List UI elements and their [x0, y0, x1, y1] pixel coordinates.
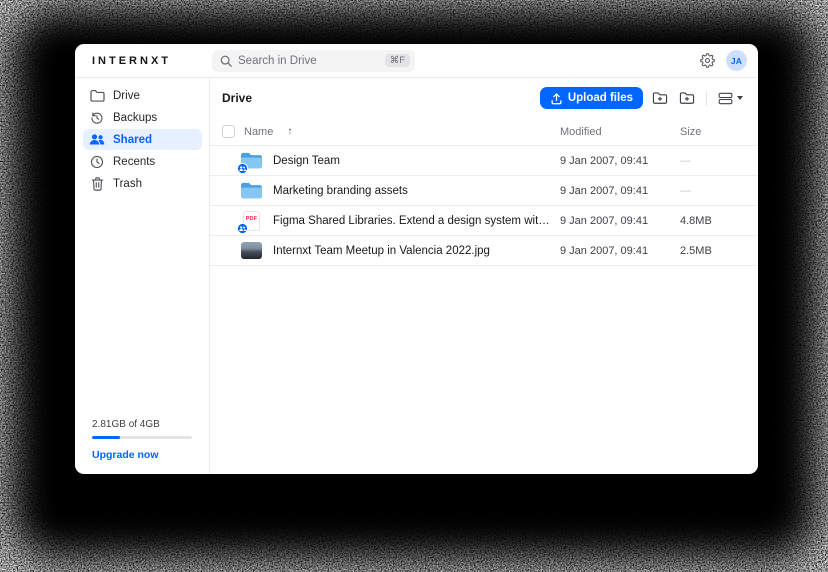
chevron-down-icon	[737, 96, 743, 100]
storage-usage-label: 2.81GB of 4GB	[92, 419, 192, 430]
shared-badge-icon	[237, 223, 248, 234]
file-name: Figma Shared Libraries. Extend a design …	[273, 215, 560, 227]
upload-folder-icon	[652, 91, 668, 105]
sidebar-item-recents[interactable]: Recents	[83, 151, 202, 172]
shared-badge-icon	[237, 163, 248, 174]
storage-progress-fill	[92, 436, 120, 439]
storage-progress-bar	[92, 436, 192, 439]
column-header-size[interactable]: Size	[680, 126, 745, 138]
app-window: INTERNXT Search in Drive ⌘F JA Drive Bac	[75, 44, 758, 474]
sidebar-nav: Drive Backups Shared Recents Trash	[83, 85, 202, 194]
file-name: Marketing branding assets	[273, 185, 414, 197]
trash-icon	[89, 177, 105, 191]
breadcrumb[interactable]: Drive	[222, 91, 252, 105]
sort-asc-icon[interactable]: ↑	[287, 126, 292, 137]
shared-users-icon	[89, 133, 105, 146]
upload-files-button[interactable]: Upload files	[540, 87, 643, 109]
table-row[interactable]: Internxt Team Meetup in Valencia 2022.jp…	[210, 236, 758, 266]
internxt-logo: INTERNXT	[75, 55, 210, 67]
file-name-cell: Internxt Team Meetup in Valencia 2022.jp…	[222, 241, 560, 261]
new-folder-icon	[679, 91, 695, 105]
body-row: Drive Backups Shared Recents Trash 2.81G…	[75, 78, 758, 474]
view-mode-button[interactable]	[716, 90, 745, 107]
table-row[interactable]: Design Team 9 Jan 2007, 09:41 —	[210, 146, 758, 176]
topbar: INTERNXT Search in Drive ⌘F JA	[75, 44, 758, 78]
sidebar-item-trash[interactable]: Trash	[83, 173, 202, 194]
sidebar-item-shared[interactable]: Shared	[83, 129, 202, 150]
search-shortcut-badge: ⌘F	[385, 54, 410, 68]
table-header: Name ↑ Modified Size	[210, 118, 758, 146]
file-name-cell: PDF Figma Shared Libraries. Extend a des…	[222, 211, 560, 231]
search-input[interactable]: Search in Drive ⌘F	[212, 50, 415, 72]
breadcrumb-toolbar-row: Drive Upload files	[210, 78, 758, 111]
image-thumbnail	[240, 241, 263, 261]
file-name-cell: Design Team	[222, 151, 560, 171]
file-modified: 9 Jan 2007, 09:41	[560, 155, 680, 167]
file-table: Design Team 9 Jan 2007, 09:41 — Marketin…	[210, 146, 758, 266]
view-mode-icon	[718, 92, 733, 105]
upload-files-label: Upload files	[568, 92, 633, 104]
file-modified: 9 Jan 2007, 09:41	[560, 245, 680, 257]
folder-icon	[240, 181, 263, 201]
main-panel: Drive Upload files	[210, 78, 758, 474]
upgrade-link[interactable]: Upgrade now	[92, 449, 192, 461]
toolbar: Upload files	[540, 87, 745, 109]
sidebar-item-backups[interactable]: Backups	[83, 107, 202, 128]
new-folder-button[interactable]	[677, 89, 697, 107]
select-all-checkbox[interactable]	[222, 125, 235, 138]
storage-widget: 2.81GB of 4GB Upgrade now	[92, 419, 192, 461]
pdf-icon: PDF	[240, 211, 263, 231]
sidebar-item-drive[interactable]: Drive	[83, 85, 202, 106]
file-modified: 9 Jan 2007, 09:41	[560, 185, 680, 197]
table-row[interactable]: Marketing branding assets 9 Jan 2007, 09…	[210, 176, 758, 206]
sidebar: Drive Backups Shared Recents Trash 2.81G…	[75, 78, 210, 474]
column-header-modified[interactable]: Modified	[560, 126, 680, 138]
file-size: 2.5MB	[680, 245, 745, 257]
clock-icon	[89, 155, 105, 169]
file-modified: 9 Jan 2007, 09:41	[560, 215, 680, 227]
column-header-name[interactable]: Name	[244, 126, 273, 138]
upload-icon	[550, 92, 563, 105]
file-size: —	[680, 185, 745, 197]
file-name: Design Team	[273, 155, 346, 167]
search-icon	[220, 55, 232, 67]
file-name: Internxt Team Meetup in Valencia 2022.jp…	[273, 245, 496, 257]
topbar-actions: JA	[700, 50, 747, 71]
file-size: 4.8MB	[680, 215, 745, 227]
file-name-cell: Marketing branding assets	[222, 181, 560, 201]
topbar-main: Search in Drive ⌘F JA	[210, 50, 758, 72]
table-row[interactable]: PDF Figma Shared Libraries. Extend a des…	[210, 206, 758, 236]
folder-icon	[89, 89, 105, 102]
avatar[interactable]: JA	[726, 50, 747, 71]
folder-icon	[240, 151, 263, 171]
search-placeholder: Search in Drive	[238, 55, 379, 67]
file-size: —	[680, 155, 745, 167]
gear-icon[interactable]	[700, 53, 715, 68]
upload-folder-button[interactable]	[650, 89, 670, 107]
toolbar-divider	[706, 91, 707, 106]
backup-clock-icon	[89, 111, 105, 125]
